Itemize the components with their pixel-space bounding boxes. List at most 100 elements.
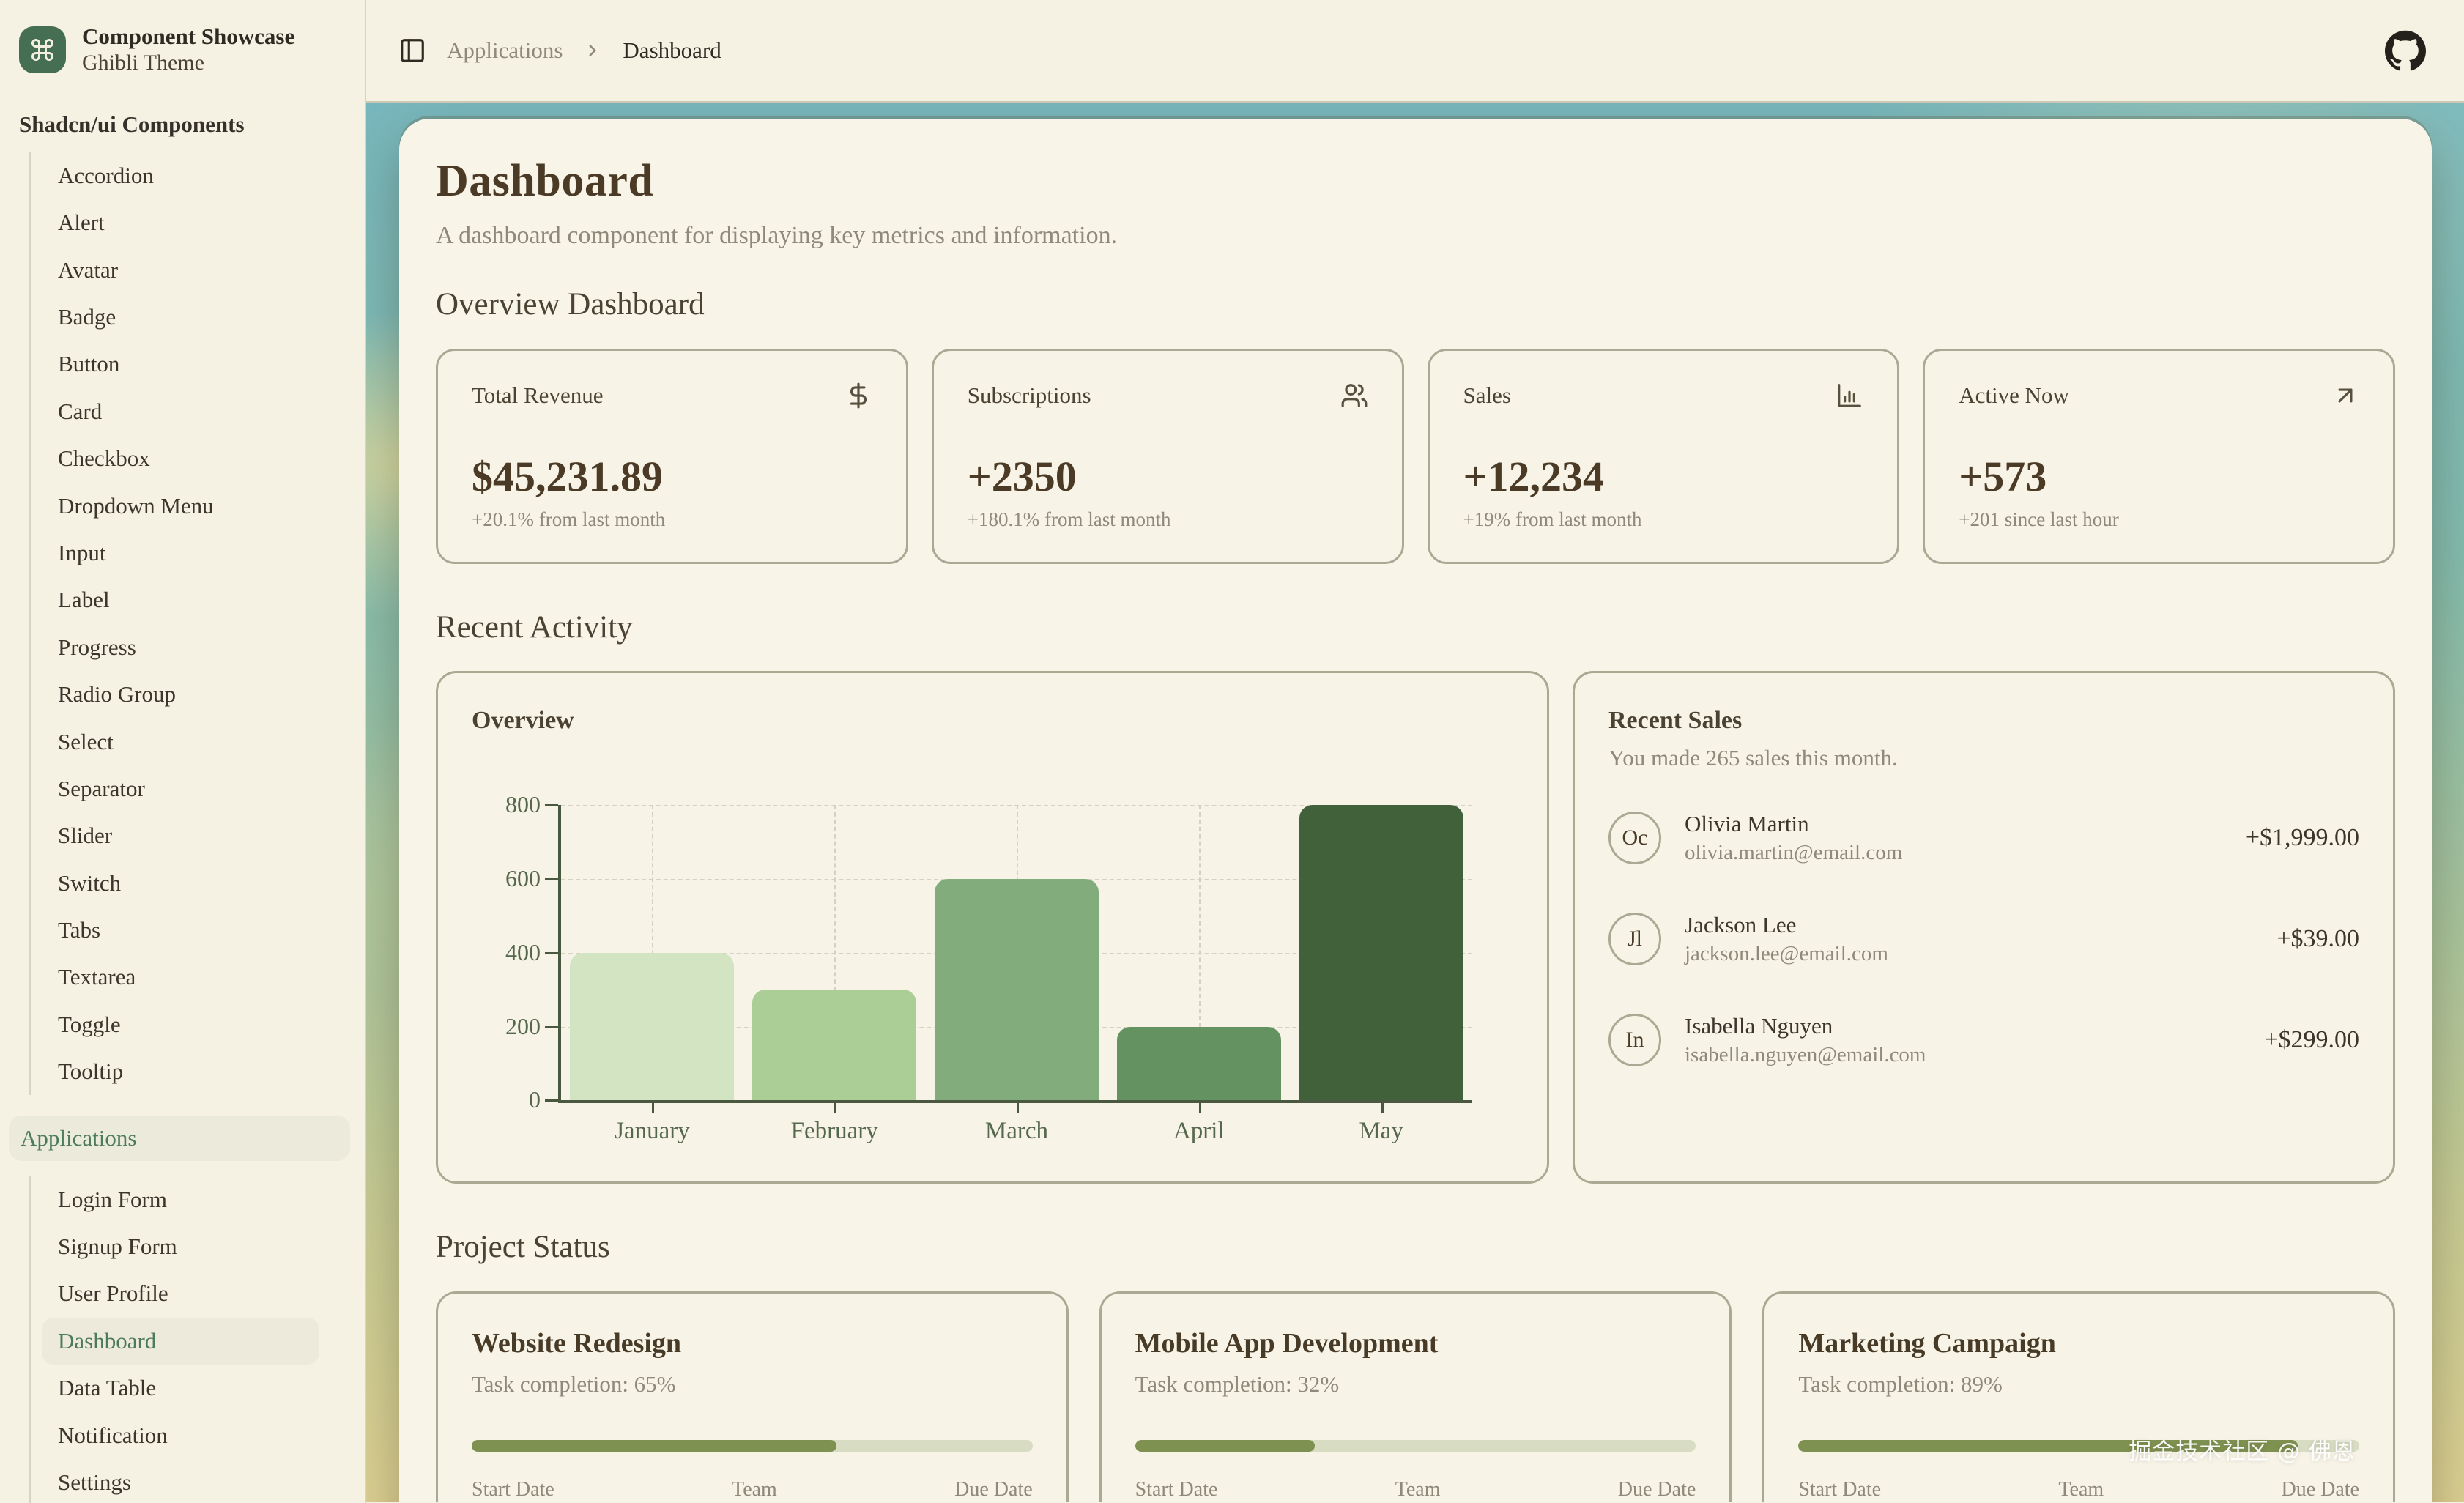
- sale-email: olivia.martin@email.com: [1685, 841, 1902, 865]
- sidebar-item-label: User Profile: [58, 1280, 168, 1307]
- x-axis-tick: [1381, 1103, 1384, 1113]
- progress-bar-fill: [1135, 1440, 1315, 1452]
- y-axis-tick-label: 600: [505, 865, 541, 892]
- meta-due: Due Date August: [2281, 1478, 2359, 1502]
- y-axis-tick-label: 400: [505, 939, 541, 966]
- x-axis-tick-label: May: [1290, 1118, 1472, 1145]
- sidebar-item-component[interactable]: Accordion: [31, 152, 365, 199]
- project-card: Website Redesign Task completion: 65% St…: [436, 1291, 1069, 1502]
- sidebar-item-application[interactable]: Login Form: [31, 1176, 365, 1222]
- y-axis-tick-label: 800: [505, 791, 541, 818]
- avatar: Oc: [1608, 812, 1661, 864]
- meta-label: Team: [1357, 1478, 1479, 1502]
- sidebar-item-component[interactable]: Badge: [31, 294, 365, 341]
- sidebar-item-component[interactable]: Avatar: [31, 246, 365, 293]
- sidebar-item-component[interactable]: Alert: [31, 199, 365, 246]
- sidebar-item-application[interactable]: Notification: [31, 1411, 365, 1458]
- sidebar-item-component[interactable]: Tabs: [31, 907, 365, 954]
- sale-name: Olivia Martin: [1685, 811, 1902, 837]
- app-window: Component Showcase Ghibli Theme Shadcn/u…: [0, 0, 2464, 1503]
- sidebar-item-component[interactable]: Progress: [31, 624, 365, 671]
- avatar: Jl: [1608, 913, 1661, 965]
- sale-person: Olivia Martin olivia.martin@email.com: [1685, 811, 1902, 865]
- sidebar-item-component[interactable]: Tooltip: [31, 1048, 365, 1095]
- meta-due: Due Date March: [954, 1478, 1033, 1502]
- progress-bar: [472, 1440, 1033, 1452]
- project-name: Website Redesign: [472, 1327, 1033, 1359]
- bar-march: [935, 879, 1099, 1100]
- sidebar-item-component[interactable]: Label: [31, 576, 365, 623]
- sidebar-item-label: Checkbox: [58, 445, 150, 472]
- sidebar-toggle-button[interactable]: [398, 37, 426, 64]
- sidebar-item-component[interactable]: Button: [31, 341, 365, 387]
- x-axis-tick: [652, 1103, 654, 1113]
- bar-february: [752, 990, 916, 1100]
- x-axis-tick: [1199, 1103, 1201, 1113]
- breadcrumb-parent[interactable]: Applications: [447, 37, 563, 64]
- sidebar-item-label: Label: [58, 587, 110, 613]
- chart-title: Overview: [472, 707, 1513, 735]
- sidebar-item-label: Data Table: [58, 1375, 156, 1401]
- sidebar-item-label: Alert: [58, 209, 105, 236]
- sidebar-item-component[interactable]: Toggle: [31, 1001, 365, 1048]
- sidebar-item-label: Settings: [58, 1469, 131, 1496]
- y-axis-tick-label: 200: [505, 1012, 541, 1039]
- sidebar-item-label: Button: [58, 351, 119, 377]
- meta-label: Due Date: [2281, 1478, 2359, 1502]
- y-axis-tick: [545, 952, 558, 954]
- sidebar-item-application[interactable]: Data Table: [31, 1365, 365, 1411]
- project-meta: Start Date January Team Design Due Date …: [472, 1478, 1033, 1502]
- avatar-initials: In: [1626, 1028, 1644, 1053]
- app-identity: Component Showcase Ghibli Theme: [82, 23, 294, 76]
- sidebar-section-applications[interactable]: Applications: [9, 1116, 350, 1161]
- command-logo: [19, 26, 66, 73]
- sidebar-item-component[interactable]: Dropdown Menu: [31, 482, 365, 529]
- avatar-initials: Jl: [1628, 927, 1642, 951]
- sidebar-item-component[interactable]: Checkbox: [31, 435, 365, 482]
- stat-note: +20.1% from last month: [472, 508, 872, 531]
- x-axis-tick: [834, 1103, 836, 1113]
- sidebar-item-component[interactable]: Slider: [31, 812, 365, 859]
- sidebar-item-component[interactable]: Separator: [31, 765, 365, 812]
- chart-plot-area: [558, 805, 1472, 1103]
- project-name: Mobile App Development: [1135, 1327, 1696, 1359]
- sidebar-item-label: Dropdown Menu: [58, 493, 214, 519]
- sale-name: Isabella Nguyen: [1685, 1013, 1926, 1039]
- sidebar-item-component[interactable]: Input: [31, 530, 365, 576]
- sidebar-item-label: Radio Group: [58, 681, 176, 708]
- dollar-sign-icon: [845, 382, 872, 409]
- meta-start: Start Date January: [472, 1478, 554, 1502]
- sidebar-item-application[interactable]: Dashboard: [42, 1318, 319, 1365]
- bar-january: [570, 953, 734, 1101]
- sidebar-item-component[interactable]: Select: [31, 718, 365, 765]
- sidebar-item-component[interactable]: Switch: [31, 860, 365, 907]
- meta-team: Team Development: [1357, 1478, 1479, 1502]
- stat-value: +12,234: [1463, 452, 1864, 501]
- sidebar-item-application[interactable]: Signup Form: [31, 1223, 365, 1270]
- sidebar-item-component[interactable]: Card: [31, 388, 365, 435]
- sale-amount: +$299.00: [2264, 1026, 2359, 1054]
- panel-left-icon: [398, 37, 426, 64]
- activity-grid: Overview 0200400600800 JanuaryFebruaryMa…: [436, 671, 2395, 1184]
- projects-section-heading: Project Status: [436, 1229, 2395, 1265]
- sidebar-item-label: Card: [58, 398, 102, 425]
- sidebar-item-application[interactable]: User Profile: [31, 1270, 365, 1317]
- sidebar-item-component[interactable]: Radio Group: [31, 671, 365, 718]
- stat-title: Subscriptions: [968, 382, 1091, 409]
- meta-team: Team Marketing: [2034, 1478, 2129, 1502]
- sidebar-item-label: Login Form: [58, 1187, 167, 1213]
- applications-caption: Applications: [21, 1125, 136, 1151]
- github-icon: [2385, 30, 2426, 71]
- stat-note: +201 since last hour: [1959, 508, 2359, 531]
- sidebar-item-label: Badge: [58, 304, 116, 330]
- stat-title: Sales: [1463, 382, 1511, 409]
- github-link[interactable]: [2385, 30, 2426, 71]
- stat-title: Active Now: [1959, 382, 2069, 409]
- progress-bar: [1135, 1440, 1696, 1452]
- project-completion-label: Task completion: 89%: [1798, 1371, 2359, 1398]
- sidebar-item-application[interactable]: Settings: [31, 1459, 365, 1503]
- x-axis-tick-label: March: [926, 1118, 1108, 1145]
- sidebar-item-label: Switch: [58, 870, 121, 897]
- applications-nav: Login Form Signup Form User Profile Dash…: [29, 1176, 365, 1503]
- sidebar-item-component[interactable]: Textarea: [31, 954, 365, 1001]
